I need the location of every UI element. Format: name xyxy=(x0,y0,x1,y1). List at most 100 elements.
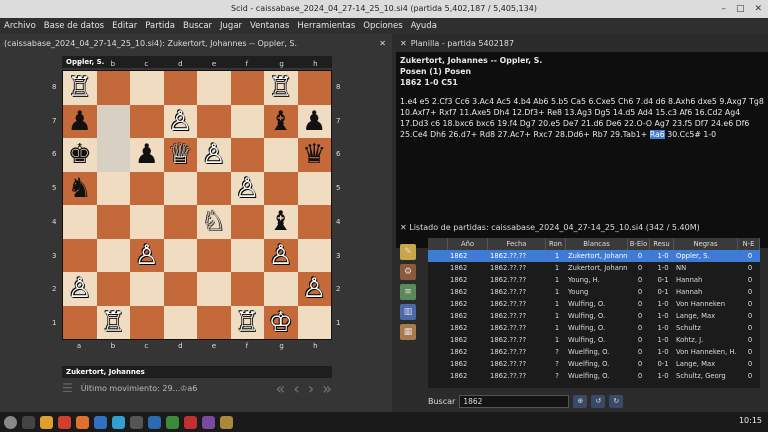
square-g3[interactable]: ♙ xyxy=(264,238,298,272)
close-icon[interactable]: ✕ xyxy=(754,3,762,15)
table-row[interactable]: 1862 1862.??.?? 1 Zukertort, Johanne 0 1-0 Opp… xyxy=(428,250,760,262)
column-header-2[interactable]: Fecha xyxy=(488,238,546,250)
piece-wR[interactable]: ♖ xyxy=(68,74,92,101)
menu-item-4[interactable]: Buscar xyxy=(183,21,212,31)
piece-wN[interactable]: ♘ xyxy=(202,208,226,235)
square-c6[interactable]: ♟ xyxy=(130,138,164,172)
square-c2[interactable] xyxy=(130,272,164,306)
square-h1[interactable] xyxy=(297,305,331,339)
piece-bP[interactable]: ♟ xyxy=(68,108,92,135)
square-e8[interactable] xyxy=(197,71,231,105)
square-b7[interactable] xyxy=(96,104,130,138)
close-panel-icon[interactable]: ✕ xyxy=(379,34,386,54)
filter-icon[interactable]: ⚙ xyxy=(400,264,416,280)
square-a1[interactable] xyxy=(63,305,97,339)
table-row[interactable]: 1862 1862.??.?? 1 Wulfing, O. 0 1-0 Schultz 0 xyxy=(428,322,760,334)
column-header-8[interactable]: N-E xyxy=(738,238,760,250)
square-e2[interactable] xyxy=(197,272,231,306)
telegram-icon[interactable] xyxy=(112,415,125,429)
square-a3[interactable] xyxy=(63,238,97,272)
square-b1[interactable]: ♖ xyxy=(96,305,130,339)
menu-item-1[interactable]: Base de datos xyxy=(44,21,104,31)
menu-item-8[interactable]: Opciones xyxy=(363,21,402,31)
square-d7[interactable]: ♙ xyxy=(163,104,197,138)
search-input[interactable] xyxy=(459,394,570,408)
piece-wP[interactable]: ♙ xyxy=(235,175,259,202)
folder-icon[interactable] xyxy=(40,415,53,429)
square-a8[interactable]: ♖ xyxy=(63,71,97,105)
square-f5[interactable]: ♙ xyxy=(230,171,264,205)
square-c8[interactable] xyxy=(130,71,164,105)
piece-wP[interactable]: ♙ xyxy=(168,108,192,135)
notation-moves[interactable]: 1.e4 e5 2.Cf3 Cc6 3.Ac4 Ac5 4.b4 Ab6 5.b… xyxy=(400,96,764,140)
piece-wP[interactable]: ♙ xyxy=(202,141,226,168)
zoom-icon[interactable]: ⊕ xyxy=(573,394,588,408)
square-f2[interactable] xyxy=(230,272,264,306)
browser-icon[interactable] xyxy=(58,415,71,429)
piece-wP[interactable]: ♙ xyxy=(68,275,92,302)
app-icon[interactable] xyxy=(130,415,143,429)
table-row[interactable]: 1862 1862.??.??? Wuelfing, O. 0 0-1 Lange, Ma… xyxy=(428,358,760,370)
square-h4[interactable] xyxy=(297,205,331,239)
piece-bN[interactable]: ♞ xyxy=(68,175,92,202)
square-a2[interactable]: ♙ xyxy=(63,272,97,306)
column-header-4[interactable]: Blancas xyxy=(566,238,628,250)
square-e7[interactable] xyxy=(197,104,231,138)
start-icon[interactable] xyxy=(4,415,17,429)
square-g7[interactable]: ♝ xyxy=(264,104,298,138)
table-row[interactable]: 1862 1862.??.?? 1 Young, H. 0 0-1 Hannah 0 xyxy=(428,274,760,286)
square-d5[interactable] xyxy=(163,171,197,205)
square-h8[interactable] xyxy=(297,71,331,105)
firefox-icon[interactable] xyxy=(76,415,89,429)
piece-wQ[interactable]: ♕ xyxy=(168,141,192,168)
square-h3[interactable] xyxy=(297,238,331,272)
square-d6[interactable]: ♕ xyxy=(163,138,197,172)
square-h2[interactable]: ♙ xyxy=(297,272,331,306)
column-header-6[interactable]: Resu xyxy=(650,238,674,250)
table-row[interactable]: 1862 1862.??.??? Wuelfing, O. 0 1-0 Von Hanne… xyxy=(428,346,760,358)
redo-icon[interactable]: ↻ xyxy=(609,394,624,408)
square-h5[interactable] xyxy=(297,171,331,205)
square-c1[interactable] xyxy=(130,305,164,339)
piece-bP[interactable]: ♟ xyxy=(135,141,159,168)
table-row[interactable]: 1862 1862.??.??? Wuelfing, O. 0 1-0 Schultz, … xyxy=(428,370,760,382)
square-a5[interactable]: ♞ xyxy=(63,171,97,205)
square-d4[interactable] xyxy=(163,205,197,239)
square-h7[interactable]: ♟ xyxy=(297,104,331,138)
app2-icon[interactable] xyxy=(202,415,215,429)
table-row[interactable]: 1862 1862.??.?? 1 Wulfing, O. 0 1-0 Lange, Max… xyxy=(428,310,760,322)
square-f3[interactable] xyxy=(230,238,264,272)
chat-icon[interactable] xyxy=(94,415,107,429)
square-a4[interactable] xyxy=(63,205,97,239)
square-d2[interactable] xyxy=(163,272,197,306)
piece-bB[interactable]: ♝ xyxy=(269,208,293,235)
column-header-0[interactable] xyxy=(428,238,448,250)
square-c3[interactable]: ♙ xyxy=(130,238,164,272)
square-e4[interactable]: ♘ xyxy=(197,205,231,239)
last-move-icon[interactable]: » xyxy=(322,379,332,398)
square-g1[interactable]: ♔ xyxy=(264,305,298,339)
column-header-3[interactable]: Ron xyxy=(546,238,566,250)
square-b4[interactable] xyxy=(96,205,130,239)
prev-move-icon[interactable]: ‹ xyxy=(293,379,299,398)
square-d1[interactable] xyxy=(163,305,197,339)
square-e5[interactable] xyxy=(197,171,231,205)
piece-bP[interactable]: ♟ xyxy=(302,108,326,135)
menu-item-7[interactable]: Herramientas xyxy=(297,21,355,31)
piece-wP[interactable]: ♙ xyxy=(135,242,159,269)
square-b2[interactable] xyxy=(96,272,130,306)
table-row[interactable]: 1862 1862.??.?? 1 Young 0 0-1 Hannah 0 xyxy=(428,286,760,298)
current-move[interactable]: Ra6 xyxy=(649,130,665,139)
square-h6[interactable]: ♛ xyxy=(297,138,331,172)
column-header-7[interactable]: Negras xyxy=(674,238,738,250)
menu-item-2[interactable]: Editar xyxy=(112,21,137,31)
menu-item-6[interactable]: Ventanas xyxy=(250,21,289,31)
square-b5[interactable] xyxy=(96,171,130,205)
list-icon[interactable]: ≡ xyxy=(400,284,416,300)
menu-item-9[interactable]: Ayuda xyxy=(411,21,437,31)
square-c5[interactable] xyxy=(130,171,164,205)
square-a6[interactable]: ♚ xyxy=(63,138,97,172)
square-e6[interactable]: ♙ xyxy=(197,138,231,172)
square-g5[interactable] xyxy=(264,171,298,205)
scid-icon[interactable] xyxy=(220,415,233,429)
